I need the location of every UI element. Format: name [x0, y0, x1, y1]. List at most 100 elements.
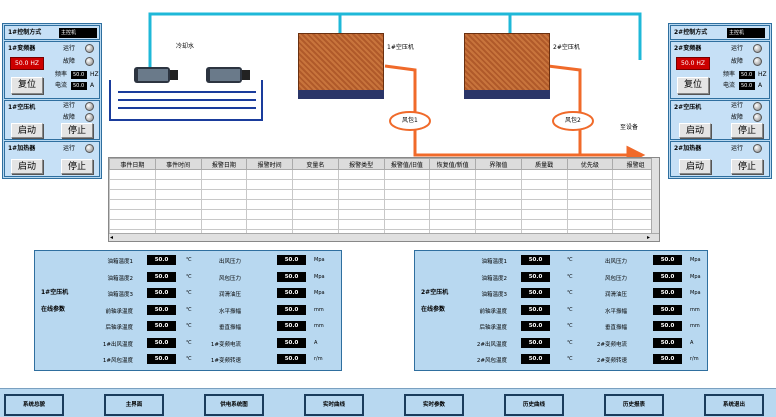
alarm-cell: [475, 189, 522, 200]
alarm-cell: [566, 209, 614, 220]
nav-button[interactable]: 主界面: [104, 394, 164, 416]
param-value: 50.0: [277, 321, 306, 331]
param-unit: ℃: [186, 339, 192, 346]
alarm-column-header[interactable]: 事件日期: [109, 158, 156, 170]
alarm-cell: [246, 169, 293, 180]
nav-button[interactable]: 实时曲线: [304, 394, 364, 416]
param-value: 50.0: [147, 255, 176, 265]
alarm-column-header[interactable]: 变量名: [292, 158, 339, 170]
alarm-cell: [475, 169, 522, 180]
param-label: 油箱温度2: [481, 275, 508, 282]
nav-button[interactable]: 供电系统图: [204, 394, 264, 416]
alarm-cell: [200, 219, 248, 230]
alarm-row[interactable]: [109, 169, 659, 180]
alarm-cell: [520, 209, 568, 220]
alarm-cell: [429, 169, 476, 180]
alarm-column-header[interactable]: 优先级: [566, 158, 614, 170]
alarm-cell: [520, 179, 568, 190]
nav-button[interactable]: 历史曲线: [504, 394, 564, 416]
alarm-cell: [383, 189, 431, 200]
nav-button[interactable]: 系统退出: [704, 394, 764, 416]
alarm-cell: [429, 189, 476, 200]
nav-button[interactable]: 实时参数: [404, 394, 464, 416]
alarm-row[interactable]: [109, 219, 659, 230]
nav-button[interactable]: 历史报表: [604, 394, 664, 416]
alarm-cell: [109, 209, 156, 220]
water-pipe: [148, 12, 642, 70]
scroll-right-arrow-icon[interactable]: ▸: [647, 234, 650, 241]
param-unit: Mpa: [690, 290, 701, 296]
param-unit: r/m: [314, 356, 323, 362]
alarm-cell: [475, 209, 522, 220]
alarm-table[interactable]: 事件日期 事件时间 报警日期 报警时间 变量名 报警类型 报警值/旧值 恢复值/新值 界限值 质量…: [108, 157, 660, 242]
right-dryer-start-button[interactable]: 启动: [679, 159, 711, 174]
param-value: 50.0: [653, 321, 682, 331]
scroll-left-arrow-icon[interactable]: ◂: [110, 234, 113, 241]
alarm-column-header[interactable]: 报警日期: [200, 158, 248, 170]
param-value: 50.0: [147, 321, 176, 331]
param-value: 50.0: [653, 271, 682, 282]
alarm-cell: [246, 209, 293, 220]
alarm-column-header[interactable]: 界限值: [475, 158, 522, 170]
alarm-row[interactable]: [109, 179, 659, 190]
param-unit: ℃: [186, 306, 192, 313]
param-label: 2#变频转速: [596, 358, 627, 364]
param-value: 50.0: [277, 304, 306, 315]
alarm-cell: [566, 189, 614, 200]
compressor-1-base: [298, 90, 384, 99]
compressor-2-base: [464, 90, 550, 99]
left-dryer-stop-button[interactable]: 停止: [61, 159, 93, 174]
alarm-cell: [292, 179, 339, 190]
alarm-cell: [109, 219, 156, 230]
alarm-vertical-scrollbar[interactable]: [651, 158, 659, 234]
alarm-cell: [154, 189, 202, 200]
param-label: 出风压力: [604, 259, 627, 265]
pump-icon: [134, 67, 178, 83]
nav-button[interactable]: 系统总貌: [4, 394, 64, 416]
alarm-cell: [246, 189, 293, 200]
alarm-cell: [566, 169, 614, 180]
alarm-horizontal-scrollbar[interactable]: ◂ ▸: [109, 233, 659, 241]
param-value: 50.0: [521, 321, 550, 331]
param-label: 2#风包温度: [476, 358, 507, 364]
param-label: 水平振幅: [604, 308, 627, 315]
alarm-cell: [154, 169, 202, 180]
compressor-1-icon: [298, 33, 384, 93]
param-label: 风包压力: [218, 275, 241, 282]
air-receiver-2-label: 风包2: [565, 117, 581, 124]
right-data-panel: 2#空压机 在线参数 油箱温度1 50.0 ℃ 油箱温度2 50.0 ℃ 油箱温度3 50.0…: [414, 250, 708, 371]
alarm-cell: [429, 179, 476, 190]
param-value: 50.0: [147, 337, 176, 348]
alarm-cell: [475, 199, 522, 210]
param-label: 后轴承温度: [105, 325, 133, 331]
param-value: 50.0: [277, 255, 306, 265]
alarm-column-header[interactable]: 报警类型: [337, 158, 385, 170]
alarm-column-header[interactable]: 质量戳: [520, 158, 568, 170]
alarm-row[interactable]: [109, 199, 659, 210]
alarm-column-header[interactable]: 事件时间: [154, 158, 202, 170]
alarm-grid: 事件日期 事件时间 报警日期 报警时间 变量名 报警类型 报警值/旧值 恢复值/新值 界限值 质量…: [109, 158, 659, 240]
alarm-cell: [154, 179, 202, 190]
param-value: 50.0: [521, 288, 550, 298]
param-label: 油箱温度1: [107, 259, 134, 265]
air-receiver-1-label: 风包1: [402, 117, 418, 124]
right-dryer-stop-button[interactable]: 停止: [731, 159, 763, 174]
alarm-row[interactable]: [109, 209, 659, 220]
alarm-cell: [383, 209, 431, 220]
param-unit: A: [314, 339, 318, 346]
alarm-cell: [292, 169, 339, 180]
alarm-column-header[interactable]: 报警时间: [246, 158, 293, 170]
param-label: 1#出风温度: [102, 341, 133, 348]
alarm-cell: [154, 199, 202, 210]
alarm-column-header[interactable]: 报警值/旧值: [383, 158, 431, 170]
alarm-row[interactable]: [109, 189, 659, 200]
alarm-column-header[interactable]: 恢复值/新值: [429, 158, 476, 170]
param-unit: Mpa: [314, 257, 325, 263]
param-unit: ℃: [567, 273, 573, 280]
left-data-panel: 1#空压机 在线参数 油箱温度1 50.0 ℃ 油箱温度2 50.0 ℃ 油箱温度3 50.0…: [34, 250, 342, 371]
left-dryer-start-button[interactable]: 启动: [11, 159, 43, 174]
param-label: 垂直振幅: [604, 325, 627, 331]
param-unit: ℃: [567, 306, 573, 313]
alarm-cell: [383, 219, 431, 230]
param-label: 油箱温度2: [107, 275, 134, 282]
